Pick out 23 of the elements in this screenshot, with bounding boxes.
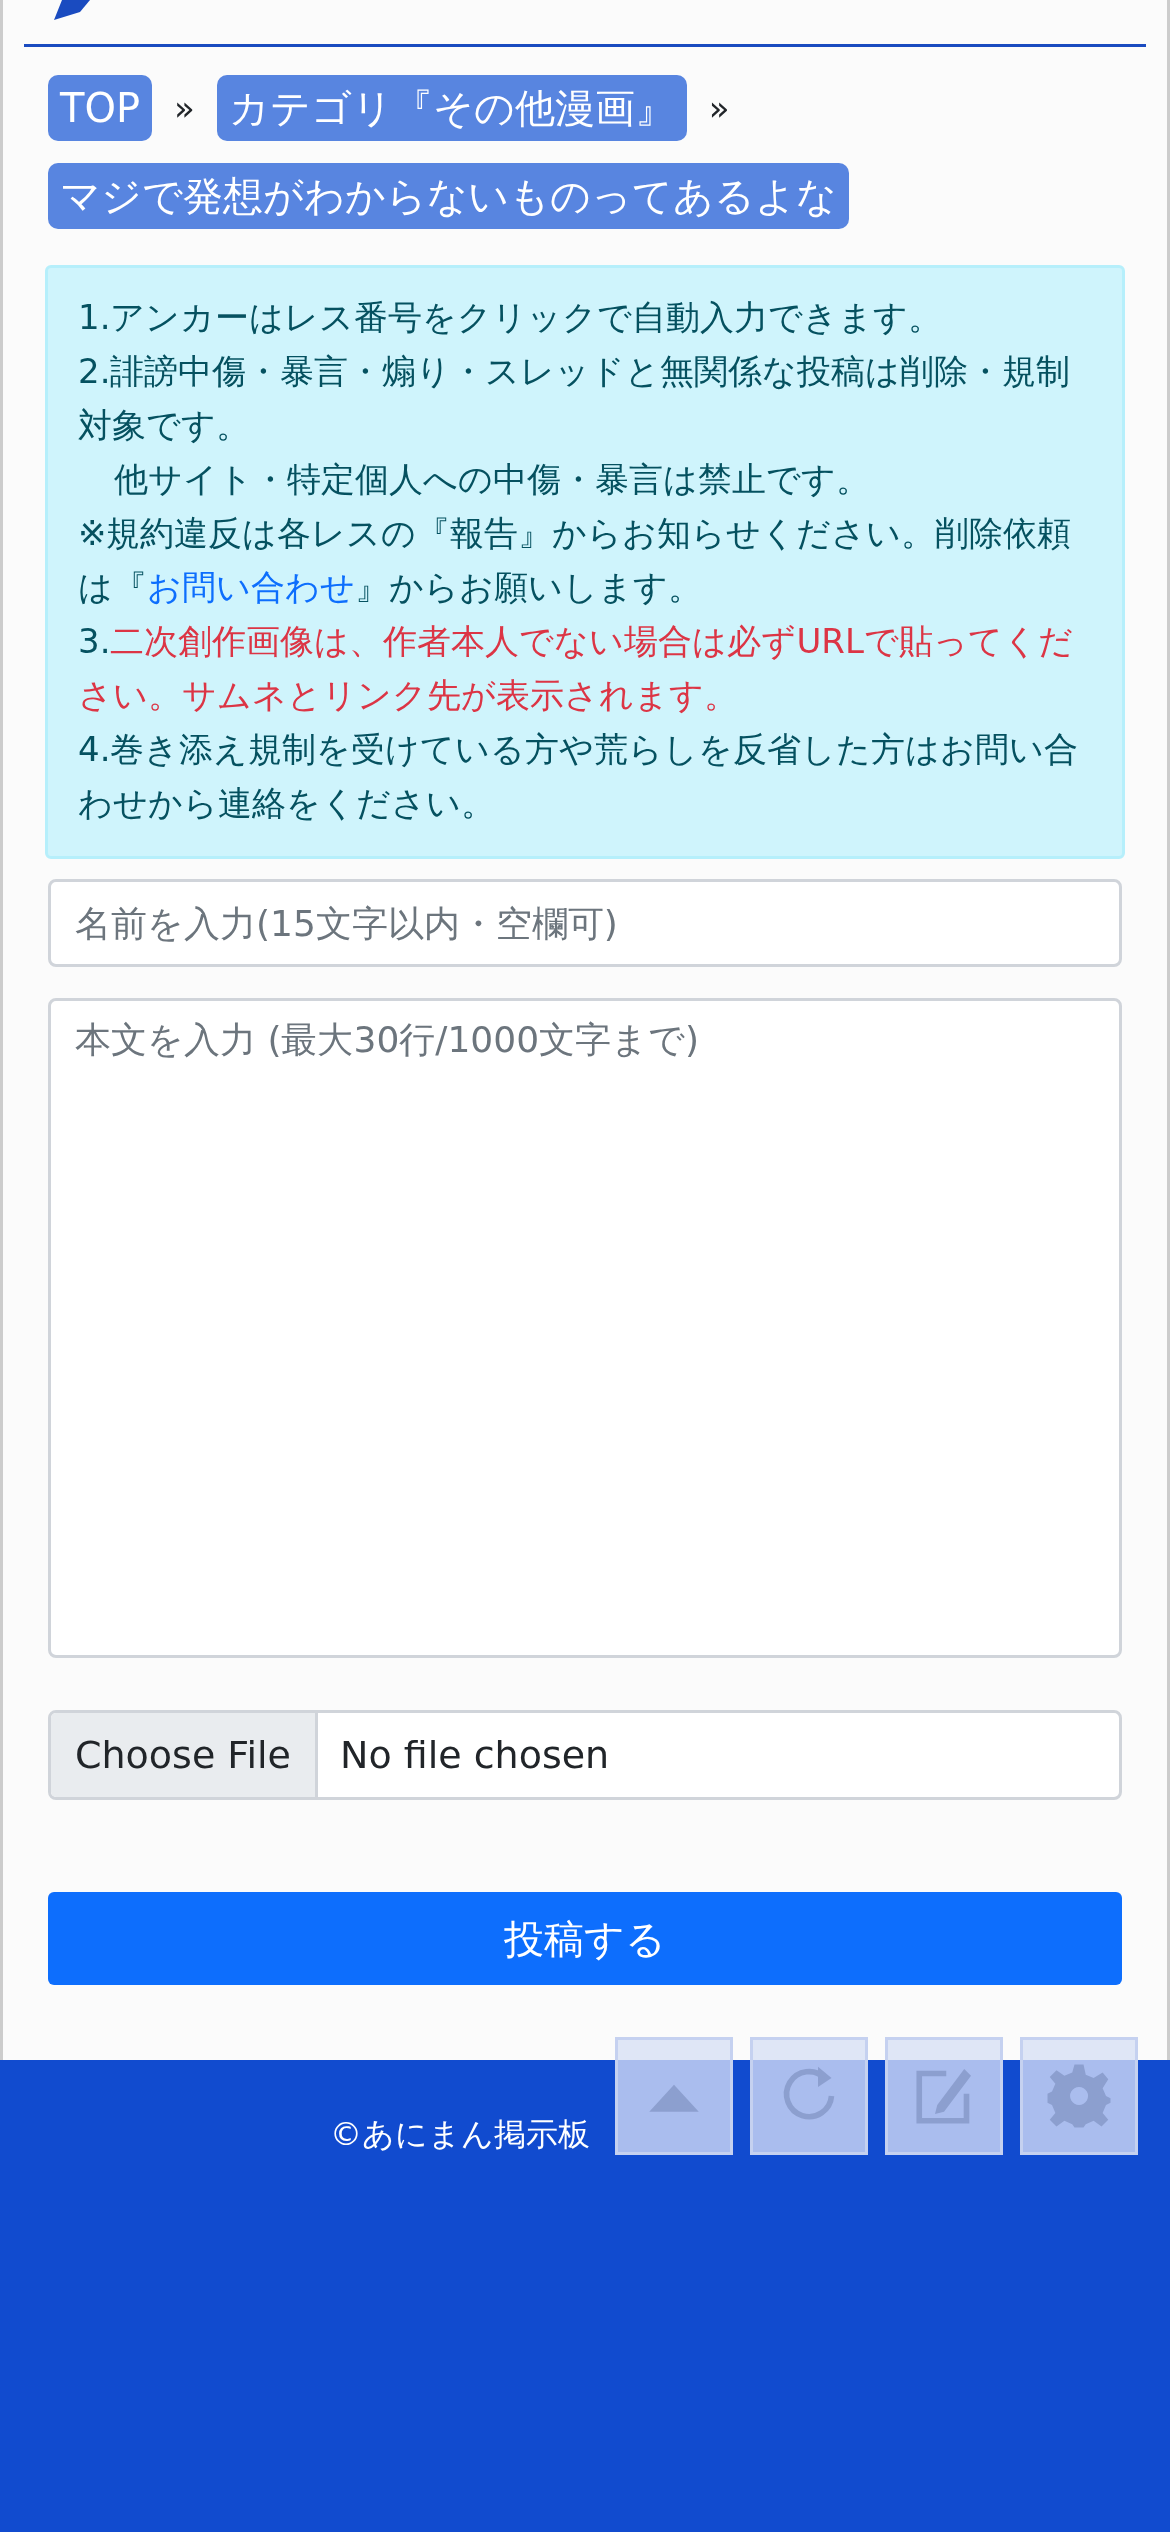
- breadcrumb-link[interactable]: TOP: [48, 75, 153, 141]
- notice-text: ※規約違反は各レスの『報告』からお知らせください。削除依頼は『お問い合わせ』からお願いします。: [78, 512, 1073, 609]
- submit-button[interactable]: 投稿する: [48, 1892, 1122, 1985]
- breadcrumb-link[interactable]: マジで発想がわからないものってあるよな: [48, 163, 849, 229]
- file-input-field[interactable]: Choose File No file chosen: [48, 1710, 1122, 1800]
- notice-text: 1.アンカーはレス番号をクリックで自動入力できます。: [78, 296, 944, 339]
- breadcrumb-link[interactable]: カテゴリ『その他漫画』: [216, 75, 687, 141]
- file-status: No file chosen: [338, 1731, 611, 1779]
- notice-text: 4.巻き添え規制を受けている方や荒らしを反省した方はお問い合わせから連絡をください。: [78, 728, 1080, 825]
- choose-file-button[interactable]: Choose File: [51, 1713, 318, 1797]
- floating-button[interactable]: [615, 2037, 733, 2155]
- body-text-area[interactable]: 本文を入力 (最大30行/1000文字まで): [48, 998, 1122, 1658]
- name-input-field[interactable]: 名前を入力(15文字以内・空欄可): [48, 879, 1122, 967]
- breadcrumb-separator: »: [174, 86, 195, 130]
- copyright-text: ©あにまん掲示板: [330, 2114, 590, 2155]
- notice-text: 2.誹謗中傷・暴言・煽り・スレッドと無関係な投稿は削除・規制対象です。: [78, 350, 1072, 447]
- notice-text: 他サイト・特定個人への中傷・暴言は禁止です。: [113, 458, 871, 501]
- floating-button[interactable]: [885, 2037, 1003, 2155]
- floating-button[interactable]: [750, 2037, 868, 2155]
- notice-text: 3.二次創作画像は、作者本人でない場合は必ずURLで貼ってください。サムネとリンク先が表示されます。: [78, 620, 1074, 717]
- floating-button[interactable]: [1020, 2037, 1138, 2155]
- breadcrumb-separator: »: [708, 86, 730, 130]
- contact-link[interactable]: お問い合わせ: [147, 567, 355, 607]
